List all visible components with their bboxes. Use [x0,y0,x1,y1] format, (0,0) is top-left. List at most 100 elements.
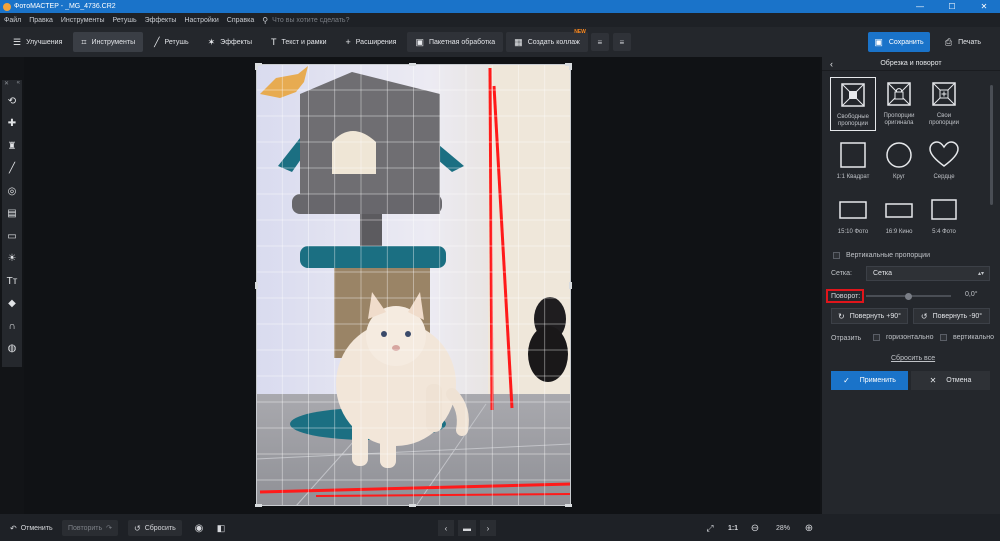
crop-handle-bottom-center[interactable] [409,504,416,507]
preset-16-9[interactable]: 16:9 Кино [876,193,922,247]
reset-all-link[interactable]: Сбросить все [891,355,935,362]
list-settings-button[interactable]: ≡ [612,33,631,51]
redo-button[interactable]: Повторить ↷ [62,520,118,536]
rotate-plus-90-button[interactable]: ↻ Повернуть +90° [831,308,908,324]
preset-label: Свои пропорции [929,113,959,126]
lock-proportions-icon [882,77,916,111]
panel-scrollbar[interactable] [990,85,993,205]
flip-horizontal-checkbox[interactable]: горизонтально [873,334,934,341]
light-tool-icon[interactable]: ☀ [2,248,22,271]
text-tool-icon[interactable]: Tт [2,270,22,293]
radial-filter-icon[interactable]: ◎ [2,180,22,203]
palette-close-icon[interactable]: ✕ [4,80,9,90]
tab-effects[interactable]: ✶ Эффекты [200,32,260,52]
preset-heart[interactable]: Сердце [921,138,967,192]
menu-tools[interactable]: Инструменты [57,17,109,24]
eye-icon[interactable]: ◉ [190,520,208,536]
stamp-tool-icon[interactable]: ♜ [2,135,22,158]
preset-custom-proportions[interactable]: Свои пропорции [921,77,967,131]
app-logo-icon [3,2,11,11]
fit-screen-icon[interactable]: ⤢ [700,520,720,536]
brush-tool-icon[interactable]: ╱ [2,158,22,181]
tab-tools-label: Инструменты [91,38,136,46]
preset-5-4[interactable]: 5:4 Фото [921,193,967,247]
panel-header: ‹ Обрезка и поворот [822,57,1000,71]
checkbox-box[interactable] [940,334,947,341]
text-icon: T [270,37,277,47]
menu-retouch[interactable]: Ретушь [109,17,141,24]
gradient-filter-icon[interactable]: ▤ [2,203,22,226]
menu-file[interactable]: Файл [0,17,25,24]
close-button[interactable]: ✕ [968,2,1000,11]
apply-button[interactable]: ✓ Применить [831,371,908,390]
preset-original-proportions[interactable]: Пропорции оригинала [876,77,922,131]
undo-button[interactable]: ↶ Отменить [4,520,59,536]
rotate-minus-90-button[interactable]: ↺ Повернуть -90° [913,308,990,324]
checkbox-box[interactable] [873,334,880,341]
crop-handle-top-center[interactable] [409,63,416,66]
preset-label: 16:9 Кино [885,229,913,235]
preset-free-proportions[interactable]: Свободные пропорции [830,77,876,131]
compare-icon[interactable]: ◧ [212,520,230,536]
menu-effects[interactable]: Эффекты [141,17,181,24]
plus-icon: + [345,37,351,47]
new-badge: NEW [574,29,586,35]
grid-select[interactable]: Сетка ▴▾ [866,266,990,281]
menu-help[interactable]: Справка [223,17,258,24]
zoom-out-icon[interactable]: ⊖ [748,520,762,536]
rotate-ccw-icon: ↺ [920,311,928,321]
healing-tool-icon[interactable]: ✚ [2,113,22,136]
prev-image-button[interactable]: ‹ [438,520,454,536]
create-collage-button[interactable]: ▦ Создать коллаж NEW [506,29,588,52]
print-button[interactable]: ⎙ Печать [932,32,994,52]
reset-button[interactable]: ↺ Сбросить [128,520,182,536]
menu-settings[interactable]: Настройки [180,17,222,24]
fill-tool-icon[interactable]: ◆ [2,293,22,316]
chevron-right-icon: › [486,523,490,533]
batch-processing-button[interactable]: ▣ Пакетная обработка [407,32,504,52]
chevron-left-icon: ‹ [444,523,448,533]
save-label: Сохранить [888,38,924,46]
back-arrow-icon[interactable]: ‹ [830,59,833,69]
ratio-1-1-button[interactable]: 1:1 [723,520,743,536]
open-folder-button[interactable]: ▬ [458,520,476,536]
tab-text-frames[interactable]: T Текст и рамки [263,32,335,52]
save-button[interactable]: ▣ Сохранить [868,32,930,52]
maximize-button[interactable]: ☐ [936,2,968,11]
crop-handle-right-center[interactable] [569,282,572,289]
rect-16-9-icon [882,193,916,227]
palette-collapse-icon[interactable]: « [17,80,20,90]
tab-retouch[interactable]: ╱ Ретушь [146,32,197,52]
crop-frame[interactable] [256,64,571,506]
tab-improve[interactable]: ☰ Улучшения [5,32,70,52]
crop-handle-bottom-right[interactable] [565,504,572,507]
list-add-button[interactable]: ≡ [590,33,609,51]
minimize-button[interactable]: — [904,2,936,11]
vertical-proportions-checkbox[interactable]: Вертикальные пропорции [833,252,930,259]
cancel-button[interactable]: ✕ Отмена [911,371,990,390]
flip-vertical-checkbox[interactable]: вертикально [940,334,994,341]
tab-extensions[interactable]: + Расширения [337,32,404,52]
vignette-tool-icon[interactable]: ▭ [2,225,22,248]
tab-retouch-label: Ретушь [164,38,189,46]
preset-label: Свободные пропорции [837,114,869,127]
zoom-in-icon[interactable]: ⊕ [802,520,816,536]
tab-tools[interactable]: ⌗ Инструменты [73,32,144,52]
rotate-tool-icon[interactable]: ⟲ [2,90,22,113]
rotation-slider[interactable] [866,292,951,300]
checkbox-box[interactable] [833,252,840,259]
menu-edit[interactable]: Правка [25,17,57,24]
collage-icon: ▦ [514,36,523,47]
crop-handle-bottom-left[interactable] [255,504,262,507]
next-image-button[interactable]: › [480,520,496,536]
menu-search[interactable]: ⚲ Что вы хотите сделать? [262,16,349,25]
crop-handle-left-center[interactable] [255,282,258,289]
crop-handle-top-right-v[interactable] [569,63,572,70]
globe-tool-icon[interactable]: ◍ [2,338,22,361]
preset-square[interactable]: 1:1 Квадрат [830,138,876,192]
magnet-tool-icon[interactable]: ∩ [2,315,22,338]
crop-handle-top-left-v[interactable] [255,63,258,70]
rotation-slider-thumb[interactable] [905,292,912,300]
preset-circle[interactable]: Круг [876,138,922,192]
preset-15-10[interactable]: 15:10 Фото [830,193,876,247]
